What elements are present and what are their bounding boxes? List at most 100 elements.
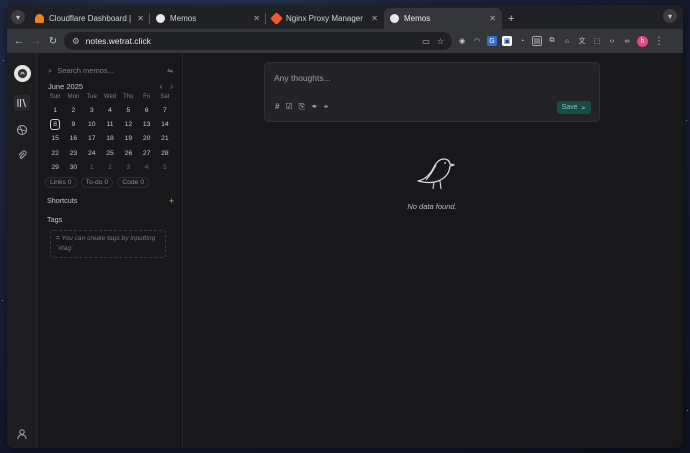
user-icon[interactable]	[16, 428, 28, 440]
paperclip-icon[interactable]	[16, 149, 28, 161]
tab-search-button[interactable]: ▾	[11, 10, 25, 24]
calendar-day[interactable]: 6	[137, 104, 155, 118]
calendar-day[interactable]: 26	[119, 147, 137, 161]
forward-button[interactable]: →	[30, 36, 42, 47]
calendar-day[interactable]: 20	[137, 132, 155, 146]
calendar-day[interactable]: 2	[64, 104, 82, 118]
calendar-day[interactable]: 24	[83, 147, 101, 161]
tab-memos-active[interactable]: Memos ✕	[384, 8, 502, 29]
tab-title: Memos	[170, 14, 197, 23]
calendar-day[interactable]: 29	[46, 161, 64, 175]
location-icon[interactable]: ⌖	[324, 102, 329, 112]
translate-extension-icon[interactable]: G	[487, 36, 497, 46]
code-icon[interactable]: ‹›	[607, 36, 617, 46]
address-bar[interactable]: ⚙ notes.wetrat.click ▭ ☆	[64, 32, 452, 50]
memo-editor[interactable]: Any thoughts... # ☑ ⎘ ⚭ ⌖ Save ➢	[264, 62, 600, 122]
close-icon[interactable]: ✕	[367, 14, 378, 23]
memo-input[interactable]: Any thoughts...	[274, 73, 331, 83]
link-icon[interactable]: ∞	[622, 36, 632, 46]
filter-icon[interactable]: ⇋	[167, 67, 173, 75]
calendar-day[interactable]: 3	[119, 161, 137, 175]
memos-icon	[390, 14, 399, 23]
search-memos[interactable]: ⌕ Search memos... ⇋	[45, 63, 176, 78]
library-icon[interactable]	[14, 95, 30, 111]
extension-icon[interactable]: ◔	[517, 36, 527, 46]
chevron-down-icon[interactable]: ▾	[663, 9, 677, 23]
save-button[interactable]: Save ➢	[557, 101, 591, 114]
calendar-day[interactable]: 17	[83, 132, 101, 146]
profile-avatar[interactable]: h	[637, 35, 648, 47]
close-icon[interactable]: ✕	[485, 14, 496, 23]
sidebar: ⌕ Search memos... ⇋ June 2025 ‹ › Sun Mon…	[38, 53, 183, 448]
paperclip-icon[interactable]: ⎘	[299, 102, 305, 112]
extension-icon[interactable]: ◉	[457, 36, 467, 46]
extension-icon[interactable]: ⌂	[562, 36, 572, 46]
calendar-day[interactable]: 1	[83, 161, 101, 175]
calendar-day[interactable]: 25	[101, 147, 119, 161]
weekday-label: Tue	[86, 94, 97, 100]
extension-icon[interactable]: ▤	[532, 36, 542, 46]
tab-memos-1[interactable]: Memos ✕	[150, 8, 266, 29]
site-info-icon[interactable]: ⚙	[72, 36, 80, 47]
calendar-day[interactable]: 3	[83, 104, 101, 118]
calendar-day[interactable]: 9	[64, 118, 82, 132]
url-text: notes.wetrat.click	[85, 36, 151, 46]
calendar-day[interactable]: 4	[137, 161, 155, 175]
cast-icon[interactable]: ▭	[422, 37, 430, 46]
calendar-month: June 2025	[48, 82, 84, 91]
close-icon[interactable]: ✕	[133, 14, 144, 23]
calendar-day[interactable]: 12	[119, 118, 137, 132]
calendar-day[interactable]: 18	[101, 132, 119, 146]
calendar-day[interactable]: 7	[156, 104, 174, 118]
code-stat[interactable]: Code 0	[117, 176, 150, 188]
calendar-day[interactable]: 4	[101, 104, 119, 118]
calendar-day[interactable]: 23	[64, 147, 82, 161]
hashtag-icon[interactable]: #	[275, 102, 279, 112]
todo-stat[interactable]: To-do 0	[80, 176, 114, 188]
calendar-day[interactable]: 5	[156, 161, 174, 175]
calendar-day[interactable]: 10	[83, 118, 101, 132]
calendar-day[interactable]: 2	[101, 161, 119, 175]
calendar-day[interactable]: 1	[46, 104, 64, 118]
chevron-left-icon[interactable]: ‹	[160, 82, 163, 91]
puzzle-icon[interactable]: ⧉	[547, 36, 557, 46]
add-shortcut-button[interactable]: +	[169, 196, 174, 206]
calendar-day[interactable]: 30	[64, 161, 82, 175]
tab-nginx-proxy-manager[interactable]: Nginx Proxy Manager ✕	[266, 8, 384, 29]
extension-icon[interactable]: ◠	[472, 36, 482, 46]
calendar-day[interactable]: 27	[137, 147, 155, 161]
calendar-day-today[interactable]: 8	[46, 118, 64, 132]
links-stat[interactable]: Links 0	[45, 176, 77, 188]
back-button[interactable]: ←	[13, 36, 25, 47]
link-icon[interactable]: ⚭	[311, 102, 318, 112]
calendar-day[interactable]: 22	[46, 147, 64, 161]
memos-app: ⌕ Search memos... ⇋ June 2025 ‹ › Sun Mon…	[7, 53, 683, 448]
tab-cloudflare[interactable]: Cloudflare Dashboard | ✕	[29, 8, 150, 29]
calendar-day[interactable]: 13	[137, 118, 155, 132]
new-tab-button[interactable]: +	[508, 13, 514, 25]
main-content: Any thoughts... # ☑ ⎘ ⚭ ⌖ Save ➢ No data…	[183, 53, 683, 448]
user-avatar[interactable]	[13, 65, 31, 82]
browser-window: ▾ Cloudflare Dashboard | ✕ Memos ✕ Nginx…	[7, 5, 683, 448]
calendar-day[interactable]: 28	[156, 147, 174, 161]
explore-icon[interactable]	[16, 124, 28, 136]
checkbox-icon[interactable]: ☑	[285, 102, 292, 112]
send-icon: ➢	[580, 104, 587, 112]
search-input[interactable]: Search memos...	[57, 66, 114, 75]
bitwarden-icon[interactable]: ▣	[502, 36, 512, 46]
translate-icon[interactable]: 文	[577, 36, 587, 46]
menu-icon[interactable]: ⋮	[653, 36, 665, 47]
tags-label: Tags	[47, 214, 63, 224]
calendar-day[interactable]: 5	[119, 104, 137, 118]
calendar-day[interactable]: 11	[101, 118, 119, 132]
calendar-day[interactable]: 15	[46, 132, 64, 146]
extension-icon[interactable]: ⬚	[592, 36, 602, 46]
calendar-day[interactable]: 19	[119, 132, 137, 146]
reload-button[interactable]: ↻	[47, 36, 59, 47]
calendar-day[interactable]: 14	[156, 118, 174, 132]
close-icon[interactable]: ✕	[249, 14, 260, 23]
chevron-right-icon[interactable]: ›	[170, 82, 173, 91]
calendar-day[interactable]: 16	[64, 132, 82, 146]
calendar-day[interactable]: 21	[156, 132, 174, 146]
bookmark-star-icon[interactable]: ☆	[437, 37, 444, 46]
